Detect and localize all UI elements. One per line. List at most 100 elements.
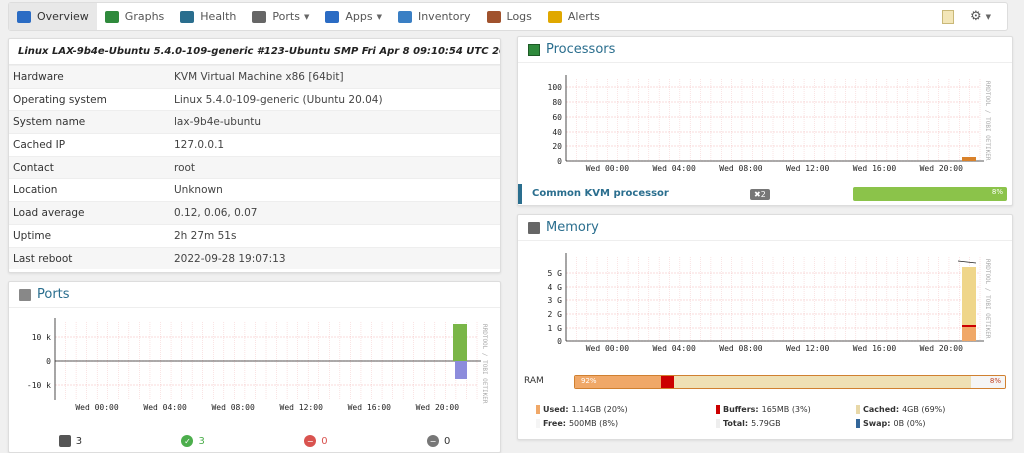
- settings-menu[interactable]: ⚙ ▼: [962, 3, 999, 30]
- gear-icon: ⚙: [969, 9, 982, 24]
- legend-swatch: [716, 419, 720, 428]
- ports-summary: 3 ✓ 3−0−0: [9, 430, 500, 452]
- legend-swatch: [536, 419, 540, 428]
- info-key: Location: [13, 184, 58, 197]
- nav-apps[interactable]: Apps ▼: [317, 3, 390, 30]
- info-row: System name lax-9b4e-ubuntu: [9, 110, 500, 134]
- x-tick-label: Wed 12:00: [786, 164, 830, 173]
- info-row: Cached IP 127.0.0.1: [9, 133, 500, 156]
- info-row: Last reboot 2022-09-28 19:07:13: [9, 246, 500, 270]
- ram-buffers-segment: [661, 376, 674, 388]
- ports-title-bar[interactable]: Ports: [9, 282, 500, 308]
- x-tick-label: Wed 08:00: [719, 344, 763, 353]
- legend-swatch: [716, 405, 720, 414]
- nav-label: Inventory: [417, 10, 471, 23]
- memory-legend-item: Swap: 0B (0%): [856, 419, 926, 428]
- info-row: Hardware KVM Virtual Machine x86 [64bit]: [9, 65, 500, 88]
- legend-value: 165MB (3%): [761, 405, 811, 414]
- ports-icon: [19, 288, 31, 301]
- info-value: Linux 5.4.0-109-generic (Ubuntu 20.04): [174, 93, 383, 106]
- x-tick-label: Wed 12:00: [280, 403, 324, 412]
- nav-label: Overview: [37, 10, 89, 23]
- rrdtool-watermark: RRDTOOL / TOBI OETIKER: [481, 324, 488, 404]
- legend-value: 0B (0%): [893, 419, 926, 428]
- legend-label: Cached:: [863, 405, 900, 414]
- y-tick-label: -10 k: [27, 381, 51, 390]
- port-count-value: 3: [198, 435, 205, 447]
- ports-traffic-graph[interactable]: 10 k 0 -10 k Wed 00:00 Wed 04:00 Wed 08:00 Wed…: [9, 310, 501, 430]
- processor-row[interactable]: Common KVM processor ✖2 8%: [518, 184, 1012, 204]
- memory-title-bar[interactable]: Memory: [518, 215, 1012, 241]
- port-count-item[interactable]: −0: [255, 435, 378, 447]
- port-count-item[interactable]: −0: [377, 435, 500, 447]
- legend-label: Free:: [543, 419, 566, 428]
- os-description: Linux LAX-9b4e-Ubuntu 5.4.0-109-generic …: [9, 39, 500, 65]
- legend-label: Total:: [723, 419, 749, 428]
- y-tick-label: 0: [557, 157, 562, 166]
- y-tick-label: 5 G: [548, 269, 563, 278]
- ram-cached-segment: [673, 376, 971, 388]
- info-row: Location Unknown: [9, 178, 500, 201]
- processor-usage-fill: 8%: [853, 187, 1007, 201]
- legend-swatch: [856, 405, 860, 414]
- port-count-value: 0: [321, 435, 328, 447]
- processor-usage-label: 8%: [991, 188, 1003, 196]
- memory-legend-item: Total: 5.79GB: [716, 419, 781, 428]
- x-tick-label: Wed 16:00: [853, 344, 897, 353]
- memory-title: Memory: [546, 220, 599, 235]
- cpu-usage-area: [962, 157, 976, 161]
- processors-panel: Processors 100 80 60 40 20 0 Wed 00:00 Wed 04:0…: [517, 36, 1013, 206]
- chevron-down-icon: ▼: [303, 12, 310, 21]
- port-icon: [58, 435, 71, 447]
- memory-legend-item: Buffers: 165MB (3%): [716, 405, 811, 414]
- memory-usage-graph[interactable]: 5 G 4 G 3 G 2 G 1 G 0 Wed 00:00 Wed 04:00 Wed 08…: [518, 243, 1013, 361]
- port-count-item[interactable]: ✓ 3: [132, 435, 255, 447]
- memory-icon: [528, 221, 540, 234]
- memory-legend-item: Used: 1.14GB (20%): [536, 405, 628, 414]
- y-tick-label: 100: [548, 83, 563, 92]
- x-tick-label: Wed 12:00: [786, 344, 830, 353]
- info-value: root: [174, 161, 196, 174]
- nav-graphs[interactable]: Graphs: [97, 3, 172, 30]
- x-tick-label: Wed 00:00: [586, 344, 630, 353]
- logs-icon: [486, 10, 501, 23]
- overview-icon: [17, 10, 31, 23]
- processor-name[interactable]: Common KVM processor: [518, 184, 750, 204]
- nav-inventory[interactable]: Inventory: [390, 3, 479, 30]
- info-value: 2h 27m 51s: [174, 229, 237, 242]
- nav-overview[interactable]: Overview: [9, 3, 97, 30]
- apps-icon: [325, 10, 340, 23]
- legend-swatch: [856, 419, 860, 428]
- nav-label: Graphs: [124, 10, 165, 23]
- info-key: Operating system: [13, 93, 107, 106]
- y-tick-label: 2 G: [548, 310, 563, 319]
- processors-title: Processors: [546, 42, 616, 57]
- nav-ports[interactable]: Ports ▼: [244, 3, 317, 30]
- processors-title-bar[interactable]: Processors: [518, 37, 1012, 63]
- legend-label: Used:: [543, 405, 569, 414]
- graphs-icon: [104, 10, 119, 23]
- info-row: Contact root: [9, 155, 500, 179]
- memory-used-area: [962, 327, 976, 341]
- nav-alerts[interactable]: Alerts: [540, 3, 608, 30]
- x-tick-label: Wed 00:00: [75, 403, 119, 412]
- alerts-icon: [547, 10, 562, 23]
- chevron-down-icon: ▼: [376, 12, 382, 21]
- processor-icon: [528, 43, 540, 56]
- health-icon: [180, 10, 195, 23]
- y-tick-label: 4 G: [548, 283, 563, 292]
- nav-health[interactable]: Health: [172, 3, 244, 30]
- notepad-icon: [941, 9, 954, 24]
- legend-label: Swap:: [863, 419, 891, 428]
- info-key: Cached IP: [13, 139, 66, 152]
- info-value: Unknown: [174, 184, 223, 197]
- ports-panel: Ports 10 k 0 -10 k Wed 00:00 Wed 04:00 Wed 08…: [8, 281, 501, 453]
- legend-value: 5.79GB: [751, 419, 781, 428]
- legend-swatch: [536, 405, 540, 414]
- nav-label: Logs: [506, 10, 532, 23]
- notes-button[interactable]: [934, 3, 962, 30]
- memory-buffers-area: [962, 325, 976, 327]
- nav-logs[interactable]: Logs: [479, 3, 540, 30]
- nav-menu: Overview Graphs Health Ports ▼ Apps ▼ Inventory…: [9, 3, 608, 30]
- port-count-item[interactable]: 3: [9, 435, 132, 447]
